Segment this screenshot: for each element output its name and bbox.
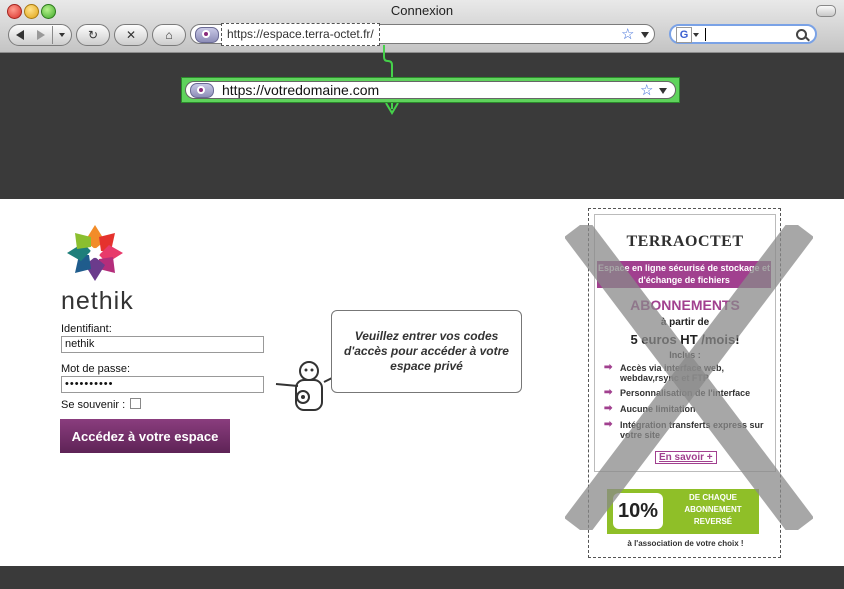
ad-badge-text: DE CHAQUE ABONNEMENT REVERSÉ — [684, 493, 742, 526]
ad-tagline: Espace en ligne sécurisé de stockage et … — [597, 261, 771, 288]
home-button[interactable]: ⌂ — [152, 24, 186, 46]
bookmark-star-icon[interactable]: ☆ — [640, 81, 653, 99]
ad-content: TERRAOCTET Espace en ligne sécurisé de s… — [594, 214, 776, 472]
home-icon: ⌂ — [165, 28, 173, 42]
nav-divider — [52, 26, 53, 44]
google-icon[interactable]: G — [676, 27, 692, 43]
ad-from-label: à partir de — [660, 317, 710, 328]
password-input[interactable]: •••••••••• — [61, 376, 264, 393]
stop-button[interactable]: ✕ — [114, 24, 148, 46]
robot-mascot-icon — [275, 361, 333, 411]
new-address-bar[interactable]: https://votredomaine.com ☆ — [185, 81, 676, 99]
reload-button[interactable]: ↻ — [76, 24, 110, 46]
back-forward-group — [8, 24, 72, 46]
ad-logo: TERRAOCTET — [626, 233, 744, 250]
ad-includes-label: Inclus : — [669, 350, 701, 360]
site-identity-icon[interactable] — [195, 27, 219, 43]
text-cursor — [705, 28, 706, 41]
preview-banner: https://votredomaine.com ☆ — [0, 45, 844, 199]
nethik-logo-icon — [67, 225, 123, 281]
new-address-highlight: https://votredomaine.com ☆ — [181, 77, 680, 103]
address-bar[interactable]: https://espace.terra-octet.fr/ ☆ — [190, 23, 655, 46]
reload-icon: ↻ — [87, 28, 99, 42]
back-arrow-icon[interactable] — [16, 30, 24, 40]
address-dropdown-icon[interactable] — [641, 32, 649, 38]
ad-title: ABONNEMENTS — [630, 297, 740, 313]
username-label: Identifiant: — [61, 323, 112, 335]
forward-arrow-icon[interactable] — [37, 30, 45, 40]
address-dropdown-icon[interactable] — [659, 88, 667, 94]
username-input[interactable]: nethik — [61, 336, 264, 353]
ad-feature: Intégration transferts express sur votre… — [604, 420, 770, 440]
search-icon[interactable] — [796, 29, 807, 40]
login-submit-button[interactable]: Accédez à votre espace — [60, 419, 230, 453]
terraoctet-ad[interactable]: TERRAOCTET Espace en ligne sécurisé de s… — [588, 208, 781, 558]
ad-learn-more-link[interactable]: En savoir + — [655, 451, 717, 464]
ad-footer: à l'association de votre choix ! — [627, 539, 744, 548]
address-url[interactable]: https://espace.terra-octet.fr/ — [221, 23, 380, 46]
site-identity-icon[interactable] — [190, 83, 214, 98]
search-field[interactable]: G — [669, 24, 817, 44]
ad-feature: Personnalisation de l'interface — [604, 388, 770, 398]
ad-badge: 10% DE CHAQUE ABONNEMENT REVERSÉ — [607, 489, 759, 534]
browser-toolbar: Connexion ↻ ✕ ⌂ https://espace.terra-oct… — [0, 0, 844, 53]
window-title: Connexion — [390, 3, 454, 18]
ad-price: 5 euros HT /mois! — [630, 332, 740, 347]
ad-badge-percent: 10% — [613, 493, 663, 529]
help-speech-bubble: Veuillez entrer vos codes d'accès pour a… — [331, 310, 522, 393]
ad-feature: Aucune limitation — [604, 404, 770, 414]
remember-label: Se souvenir : — [61, 399, 126, 411]
bookmark-star-icon[interactable]: ☆ — [621, 25, 634, 43]
nethik-logo-text: nethik — [61, 287, 134, 315]
new-address-url[interactable]: https://votredomaine.com — [222, 82, 379, 99]
password-label: Mot de passe: — [61, 363, 131, 375]
stop-icon: ✕ — [125, 28, 137, 42]
history-dropdown-icon[interactable] — [59, 33, 65, 37]
page-footer-bar — [0, 566, 844, 589]
toolbar-toggle-button[interactable] — [816, 5, 836, 17]
ad-feature: Accès via interface web, webdav,rsync et… — [604, 363, 770, 383]
search-engine-dropdown-icon[interactable] — [693, 33, 699, 37]
remember-checkbox[interactable] — [130, 398, 141, 409]
